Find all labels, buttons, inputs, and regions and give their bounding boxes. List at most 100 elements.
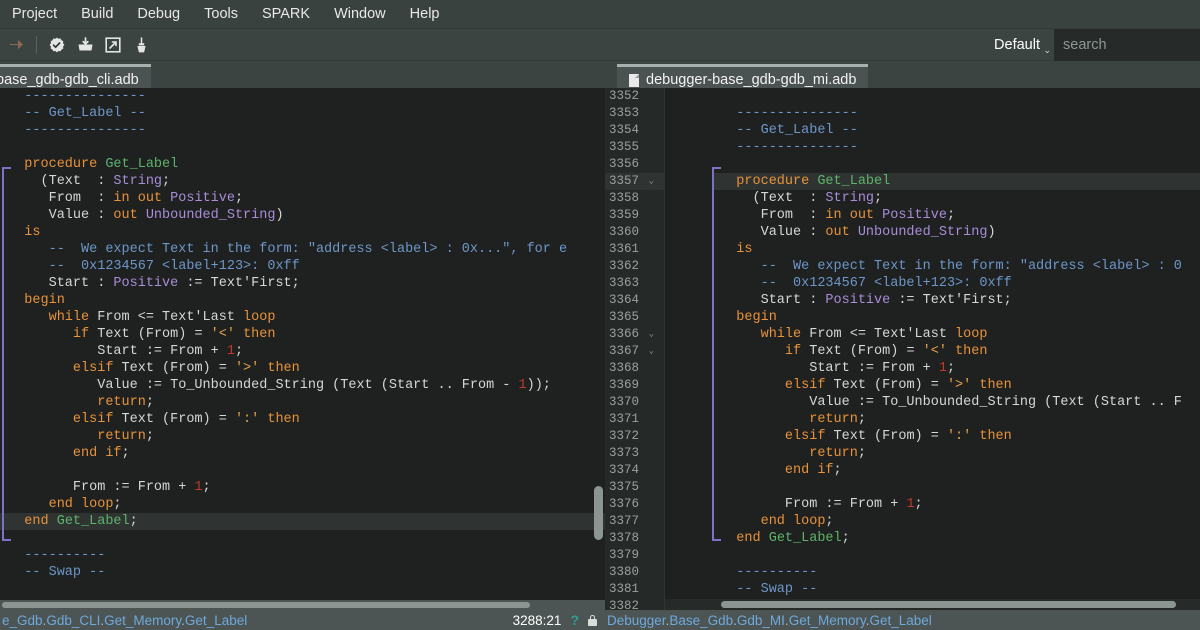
breadcrumb-segment[interactable]: Gdb_MI (737, 613, 785, 628)
line-number[interactable]: 3381 (605, 581, 664, 598)
code-line[interactable]: ---------- (0, 547, 605, 564)
code-line[interactable]: -- 0x1234567 <label+123>: 0xff (0, 258, 605, 275)
breadcrumb-segment[interactable]: Get_Memory (789, 613, 866, 628)
code-line[interactable]: begin (0, 292, 605, 309)
right-line-number-gutter[interactable]: 335233533354335533563357⌄335833593360336… (605, 88, 665, 610)
line-number[interactable]: 3358 (605, 190, 664, 207)
code-line[interactable]: while From <= Text'Last loop (712, 326, 1200, 343)
menu-item-build[interactable]: Build (70, 3, 124, 25)
line-number[interactable]: 3367⌄ (605, 343, 664, 360)
code-line[interactable]: elsif Text (From) = '>' then (0, 360, 605, 377)
line-number[interactable]: 3354 (605, 122, 664, 139)
code-line[interactable]: procedure Get_Label (712, 173, 1200, 190)
line-number[interactable]: 3374 (605, 462, 664, 479)
code-line[interactable]: Start := From + 1; (712, 360, 1200, 377)
code-line[interactable]: Value : out Unbounded_String) (712, 224, 1200, 241)
fold-chevron-down-icon[interactable]: ⌄ (649, 173, 654, 190)
menu-item-spark[interactable]: SPARK (251, 3, 321, 25)
line-number[interactable]: 3359 (605, 207, 664, 224)
code-line[interactable] (0, 530, 605, 547)
line-number[interactable]: 3375 (605, 479, 664, 496)
code-line[interactable]: --------------- (0, 88, 605, 105)
code-line[interactable]: is (0, 224, 605, 241)
breadcrumb-segment[interactable]: Get_Memory (104, 613, 181, 628)
code-line[interactable]: (Text : String; (0, 173, 605, 190)
left-horizontal-scrollbar[interactable] (0, 600, 605, 610)
code-line[interactable] (712, 88, 1200, 105)
code-line[interactable]: if Text (From) = '<' then (0, 326, 605, 343)
code-line[interactable]: return; (0, 428, 605, 445)
breadcrumb-segment[interactable]: Gdb_CLI (46, 613, 100, 628)
code-line[interactable]: -- 0x1234567 <label+123>: 0xff (712, 275, 1200, 292)
code-line[interactable]: if Text (From) = '<' then (712, 343, 1200, 360)
menu-item-help[interactable]: Help (399, 3, 451, 25)
code-line[interactable]: procedure Get_Label (0, 156, 605, 173)
menu-item-tools[interactable]: Tools (193, 3, 249, 25)
code-line[interactable] (0, 581, 605, 598)
check-badge-icon[interactable] (44, 32, 70, 58)
code-line[interactable]: elsif Text (From) = '>' then (712, 377, 1200, 394)
line-number[interactable]: 3364 (605, 292, 664, 309)
right-code-editor[interactable]: 335233533354335533563357⌄335833593360336… (605, 88, 1200, 610)
code-line[interactable]: Start : Positive := Text'First; (0, 275, 605, 292)
code-line[interactable]: end if; (712, 462, 1200, 479)
line-number[interactable]: 3370 (605, 394, 664, 411)
code-line[interactable]: ---------- (712, 564, 1200, 581)
search-input[interactable] (1054, 29, 1200, 61)
code-line[interactable]: elsif Text (From) = ':' then (0, 411, 605, 428)
right-breadcrumb[interactable]: Debugger.Base_Gdb.Gdb_MI.Get_Memory.Get_… (605, 613, 932, 628)
line-number[interactable]: 3377 (605, 513, 664, 530)
build-box-icon[interactable] (72, 32, 98, 58)
left-code-editor[interactable]: --------------- -- Get_Label -- --------… (0, 88, 605, 610)
code-line[interactable]: Start : Positive := Text'First; (712, 292, 1200, 309)
line-number[interactable]: 3366⌄ (605, 326, 664, 343)
left-vertical-scrollbar[interactable] (592, 88, 605, 610)
run-arrow-icon[interactable] (3, 32, 29, 58)
code-line[interactable]: (Text : String; (712, 190, 1200, 207)
help-question-icon[interactable]: ? (570, 612, 579, 628)
line-number[interactable]: 3352 (605, 88, 664, 105)
code-line[interactable] (712, 547, 1200, 564)
breadcrumb-segment[interactable]: Base_Gdb (669, 613, 733, 628)
code-line[interactable]: end loop; (0, 496, 605, 513)
line-number[interactable]: 3355 (605, 139, 664, 156)
left-breadcrumb[interactable]: e_Gdb.Gdb_CLI.Get_Memory.Get_Label (0, 613, 247, 628)
code-line[interactable]: return; (712, 445, 1200, 462)
code-line[interactable]: --------------- (712, 139, 1200, 156)
line-number[interactable]: 3365 (605, 309, 664, 326)
code-line[interactable]: -- Get_Label -- (0, 105, 605, 122)
read-write-lock-icon[interactable] (588, 615, 597, 626)
compile-file-icon[interactable] (100, 32, 126, 58)
code-line[interactable]: --------------- (712, 105, 1200, 122)
code-line[interactable]: Value := To_Unbounded_String (Text (Star… (0, 377, 605, 394)
fold-chevron-down-icon[interactable]: ⌄ (649, 343, 654, 360)
line-number[interactable]: 3353 (605, 105, 664, 122)
menu-item-debug[interactable]: Debug (126, 3, 191, 25)
code-line[interactable]: end Get_Label; (712, 530, 1200, 547)
right-hscroll-thumb[interactable] (721, 601, 1176, 608)
code-line[interactable]: -- Swap -- (0, 564, 605, 581)
code-line[interactable]: Start := From + 1; (0, 343, 605, 360)
code-line[interactable]: From : in out Positive; (0, 190, 605, 207)
code-line[interactable]: return; (712, 411, 1200, 428)
code-line[interactable] (0, 462, 605, 479)
code-line[interactable]: -- Get_Label -- (712, 122, 1200, 139)
line-number[interactable]: 3369 (605, 377, 664, 394)
code-line[interactable]: -- We expect Text in the form: "address … (0, 241, 605, 258)
line-number[interactable]: 3376 (605, 496, 664, 513)
code-line[interactable]: From := From + 1; (712, 496, 1200, 513)
left-hscroll-thumb[interactable] (2, 602, 530, 608)
right-horizontal-scrollbar[interactable] (665, 599, 1200, 610)
code-line[interactable]: end if; (0, 445, 605, 462)
line-number[interactable]: 3368 (605, 360, 664, 377)
line-number[interactable]: 3373 (605, 445, 664, 462)
code-line[interactable] (712, 156, 1200, 173)
breadcrumb-segment[interactable]: Get_Label (185, 613, 247, 628)
code-line[interactable]: while From <= Text'Last loop (0, 309, 605, 326)
code-line[interactable]: end loop; (712, 513, 1200, 530)
code-line[interactable]: begin (712, 309, 1200, 326)
clean-broom-icon[interactable] (128, 32, 154, 58)
code-line[interactable]: From : in out Positive; (712, 207, 1200, 224)
breadcrumb-segment[interactable]: Get_Label (869, 613, 931, 628)
code-line[interactable]: Value : out Unbounded_String) (0, 207, 605, 224)
